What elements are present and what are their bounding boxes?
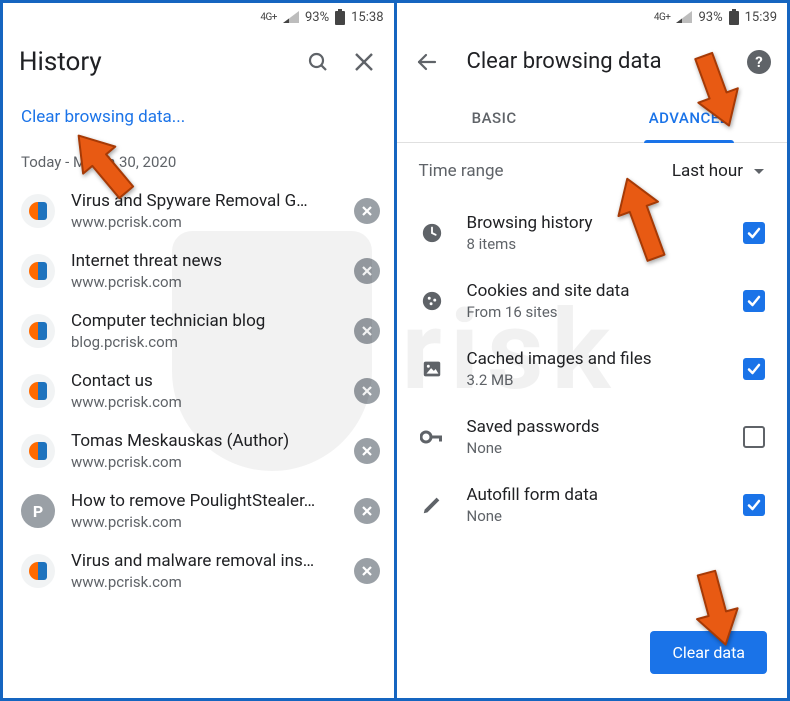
time-range-selector[interactable]: Time range Last hour <box>397 143 788 195</box>
delete-item-icon[interactable] <box>354 258 380 284</box>
delete-item-icon[interactable] <box>354 498 380 524</box>
history-header: History <box>3 31 394 93</box>
network-indicator: 4G+ <box>654 12 671 23</box>
site-favicon-icon <box>21 554 55 588</box>
history-item-url: www.pcrisk.com <box>71 573 338 591</box>
time-range-label: Time range <box>419 161 672 181</box>
tab-advanced[interactable]: ADVANCED <box>592 93 787 142</box>
clear-data-item-subtitle: None <box>467 507 722 525</box>
history-item-title: How to remove PoulightStealer… <box>71 491 338 511</box>
history-item-title: Tomas Meskauskas (Author) <box>71 431 338 451</box>
clear-browsing-data-link[interactable]: Clear browsing data... <box>3 93 394 147</box>
image-icon <box>419 358 445 380</box>
clock-icon <box>419 222 445 244</box>
history-item-title: Virus and malware removal ins… <box>71 551 338 571</box>
phone-history: 4G+ 93% 15:38 History Clear browsing dat… <box>3 3 394 698</box>
history-item-url: www.pcrisk.com <box>71 393 338 411</box>
page-title: History <box>19 47 286 77</box>
clear-data-item-title: Cached images and files <box>467 349 722 369</box>
checkbox[interactable] <box>743 290 765 312</box>
clear-data-item-subtitle: From 16 sites <box>467 303 722 321</box>
history-item[interactable]: Virus and malware removal ins… www.pcrisk… <box>3 541 394 601</box>
battery-icon <box>335 9 345 25</box>
back-icon[interactable] <box>413 48 441 76</box>
checkbox[interactable] <box>743 426 765 448</box>
clear-data-item-title: Cookies and site data <box>467 281 722 301</box>
clear-data-item[interactable]: Saved passwords None <box>401 403 780 471</box>
clear-data-item-subtitle: 8 items <box>467 235 722 253</box>
history-item-url: www.pcrisk.com <box>71 453 338 471</box>
clock: 15:38 <box>351 10 383 25</box>
history-item-title: Internet threat news <box>71 251 338 271</box>
clear-data-item-title: Autofill form data <box>467 485 722 505</box>
history-item-url: www.pcrisk.com <box>71 273 338 291</box>
status-bar: 4G+ 93% 15:38 <box>3 3 394 31</box>
checkbox[interactable] <box>743 358 765 380</box>
clear-data-item-subtitle: 3.2 MB <box>467 371 722 389</box>
history-item-title: Virus and Spyware Removal G… <box>71 191 338 211</box>
tab-basic[interactable]: BASIC <box>397 93 592 142</box>
history-item[interactable]: Internet threat news www.pcrisk.com <box>3 241 394 301</box>
close-icon[interactable] <box>350 48 378 76</box>
checkbox[interactable] <box>743 494 765 516</box>
clear-data-item[interactable]: Browsing history 8 items <box>401 199 780 267</box>
key-icon <box>419 426 445 448</box>
signal-icon <box>283 11 299 23</box>
page-title: Clear browsing data <box>467 49 730 74</box>
caret-down-icon <box>753 161 765 181</box>
history-item[interactable]: P How to remove PoulightStealer… www.pcris… <box>3 481 394 541</box>
site-favicon-icon <box>21 254 55 288</box>
history-item-url: www.pcrisk.com <box>71 513 338 531</box>
battery-icon <box>729 9 739 25</box>
signal-icon <box>676 11 692 23</box>
help-icon[interactable]: ? <box>747 50 771 74</box>
date-header: Today - March 30, 2020 <box>3 147 394 181</box>
pencil-icon <box>419 494 445 516</box>
phone-clear-data: 4G+ 93% 15:39 Clear browsing data ? BASI… <box>397 3 788 698</box>
clear-data-item[interactable]: Cached images and files 3.2 MB <box>401 335 780 403</box>
clear-data-button[interactable]: Clear data <box>650 631 767 674</box>
delete-item-icon[interactable] <box>354 438 380 464</box>
history-item-url: blog.pcrisk.com <box>71 333 338 351</box>
network-indicator: 4G+ <box>260 12 277 23</box>
letter-p-icon: P <box>21 494 55 528</box>
battery-percent: 93% <box>305 10 329 25</box>
status-bar: 4G+ 93% 15:39 <box>397 3 788 31</box>
search-icon[interactable] <box>304 48 332 76</box>
history-item-title: Contact us <box>71 371 338 391</box>
site-favicon-icon <box>21 314 55 348</box>
clear-data-list: Browsing history 8 items Cookies and site … <box>397 195 788 543</box>
clock: 15:39 <box>745 10 777 25</box>
site-favicon-icon <box>21 374 55 408</box>
time-range-value: Last hour <box>672 161 743 181</box>
site-favicon-icon <box>21 194 55 228</box>
delete-item-icon[interactable] <box>354 378 380 404</box>
clear-data-item[interactable]: Autofill form data None <box>401 471 780 539</box>
history-item[interactable]: Virus and Spyware Removal G… www.pcrisk.c… <box>3 181 394 241</box>
history-item[interactable]: Tomas Meskauskas (Author) www.pcrisk.com <box>3 421 394 481</box>
tabs: BASIC ADVANCED <box>397 93 788 143</box>
clear-data-item-subtitle: None <box>467 439 722 457</box>
clear-data-item-title: Saved passwords <box>467 417 722 437</box>
delete-item-icon[interactable] <box>354 198 380 224</box>
delete-item-icon[interactable] <box>354 558 380 584</box>
checkbox[interactable] <box>743 222 765 244</box>
site-favicon-icon <box>21 434 55 468</box>
history-item-url: www.pcrisk.com <box>71 213 338 231</box>
history-item-title: Computer technician blog <box>71 311 338 331</box>
clear-data-item-title: Browsing history <box>467 213 722 233</box>
clear-data-item[interactable]: Cookies and site data From 16 sites <box>401 267 780 335</box>
clear-data-header: Clear browsing data ? <box>397 31 788 93</box>
delete-item-icon[interactable] <box>354 318 380 344</box>
battery-percent: 93% <box>698 10 722 25</box>
cookie-icon <box>419 290 445 312</box>
history-list: Virus and Spyware Removal G… www.pcrisk.c… <box>3 181 394 698</box>
history-item[interactable]: Contact us www.pcrisk.com <box>3 361 394 421</box>
history-item[interactable]: Computer technician blog blog.pcrisk.com <box>3 301 394 361</box>
